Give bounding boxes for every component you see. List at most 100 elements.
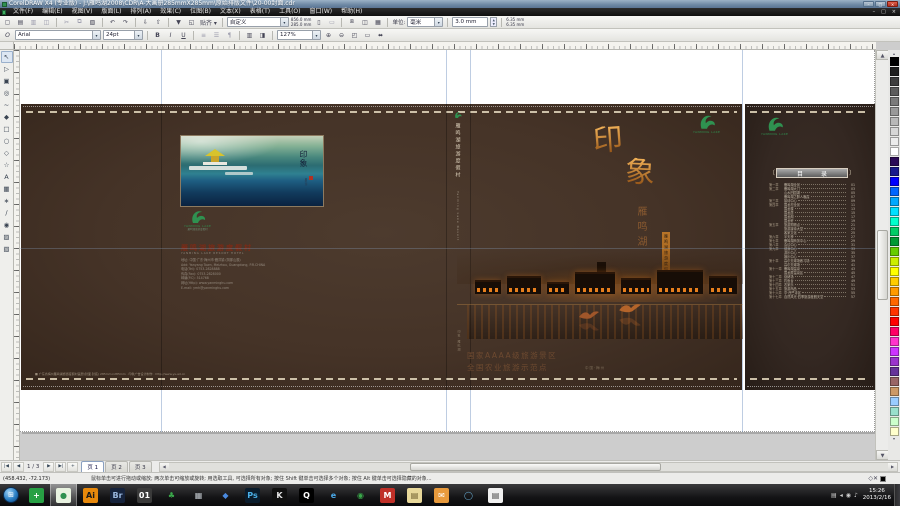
menu-item-2[interactable]: 视图(V) [68, 8, 97, 16]
palette-color[interactable] [890, 137, 899, 146]
welcome-screen-icon[interactable]: ◱ [186, 17, 197, 28]
eyedropper-tool[interactable]: ∕ [1, 207, 13, 219]
palette-color[interactable] [890, 147, 899, 156]
all-pages-icon[interactable]: ⧈ [346, 17, 357, 28]
add-page-button[interactable]: + [67, 462, 78, 472]
scroll-left-icon[interactable]: ◀ [160, 463, 169, 471]
close-button[interactable]: × [887, 1, 898, 7]
minimize-button[interactable]: – [863, 1, 874, 7]
page-dimensions[interactable]: 856.0 mm 285.0 mm [291, 17, 312, 27]
app-launcher-icon[interactable]: ▼ [173, 17, 184, 28]
tray-icon-3[interactable]: ♪ [854, 492, 858, 499]
palette-down-icon[interactable]: ▾ [893, 436, 895, 441]
palette-color[interactable] [890, 407, 899, 416]
scroll-right-icon[interactable]: ▶ [888, 463, 897, 471]
taskbar-explorer[interactable]: ▦ [185, 484, 212, 506]
palette-color[interactable] [890, 347, 899, 356]
portrait-icon[interactable]: ▯ [313, 17, 324, 28]
blend-tool[interactable]: ∗ [1, 195, 13, 207]
menu-item-0[interactable]: 文件(F) [9, 8, 37, 16]
palette-color[interactable] [890, 157, 899, 166]
layout-icon[interactable]: ▦ [372, 17, 383, 28]
taskbar-bridge[interactable]: Br [104, 484, 131, 506]
menu-item-7[interactable]: 文本(X) [216, 8, 245, 16]
nudge-input[interactable]: 3.0 mm [452, 17, 488, 27]
underline-button[interactable]: U [178, 30, 189, 41]
palette-color[interactable] [890, 367, 899, 376]
facing-pages-icon[interactable]: ◫ [359, 17, 370, 28]
palette-color[interactable] [890, 257, 899, 266]
maximize-button[interactable]: □ [875, 1, 886, 7]
taskbar-coreldraw-active[interactable]: ● [50, 484, 77, 506]
prev-page-icon[interactable]: ◀ [13, 462, 24, 472]
edit-text-icon[interactable]: ▥ [244, 30, 255, 41]
palette-color[interactable] [890, 57, 899, 66]
palette-color[interactable] [890, 267, 899, 276]
zoom-out-icon[interactable]: ⊖ [336, 30, 347, 41]
palette-color[interactable] [890, 317, 899, 326]
palette-color[interactable] [890, 167, 899, 176]
duplicate-distance[interactable]: 6.35 mm 6.35 mm [506, 17, 524, 27]
palette-color[interactable] [890, 197, 899, 206]
palette-color[interactable] [890, 207, 899, 216]
zoom-level-select[interactable]: 127%▾ [277, 30, 321, 40]
lake-photo[interactable]: 印象 雁鸣湖 [180, 135, 324, 207]
taskbar-notes[interactable]: ▤ [401, 484, 428, 506]
palette-color[interactable] [890, 87, 899, 96]
doc-close-button[interactable]: × [890, 9, 898, 16]
taskbar-illustrator[interactable]: Ai [77, 484, 104, 506]
vscroll-thumb[interactable] [877, 230, 888, 300]
page-tab-3[interactable]: 页 3 [129, 461, 152, 472]
menu-item-6[interactable]: 位图(B) [186, 8, 215, 16]
ellipse-tool[interactable]: ○ [1, 135, 13, 147]
toc-panel[interactable]: YANMING LAKE 〔 目 录 〕 第一章雁鸣湖全景01第二章雁鸣湖大门0… [745, 104, 875, 390]
palette-color[interactable] [890, 217, 899, 226]
palette-color[interactable] [890, 417, 899, 426]
menu-item-3[interactable]: 版面(L) [97, 8, 125, 16]
palette-color[interactable] [890, 237, 899, 246]
save-icon[interactable]: ▥ [28, 17, 39, 28]
guideline-horizontal[interactable] [20, 248, 875, 249]
last-page-icon[interactable]: ▶| [55, 462, 66, 472]
copy-icon[interactable]: ⧉ [74, 17, 85, 28]
fill-tool[interactable]: ▨ [1, 231, 13, 243]
palette-color[interactable] [890, 427, 899, 436]
taskbar-antivirus[interactable]: + [23, 484, 50, 506]
print-icon[interactable]: ◫ [41, 17, 52, 28]
hscroll-thumb[interactable] [410, 463, 661, 471]
palette-color[interactable] [890, 307, 899, 316]
menu-item-9[interactable]: 工具(O) [275, 8, 304, 16]
undo-icon[interactable]: ↶ [107, 17, 118, 28]
tray-icon-2[interactable]: ◉ [846, 492, 851, 499]
palette-color[interactable] [890, 177, 899, 186]
font-size-select[interactable]: 24pt▾ [103, 30, 143, 40]
first-page-icon[interactable]: |◀ [1, 462, 12, 472]
bullet-list-icon[interactable]: ☰ [211, 30, 222, 41]
page-tab-1[interactable]: 页 1 [81, 461, 104, 472]
units-select[interactable]: 毫米▾ [407, 17, 443, 27]
italic-button[interactable]: I [165, 30, 176, 41]
align-left-icon[interactable]: ≡ [198, 30, 209, 41]
freehand-tool[interactable]: ~ [1, 99, 13, 111]
taskbar-photoshop[interactable]: Ps [239, 484, 266, 506]
palette-color[interactable] [890, 127, 899, 136]
paper-type-select[interactable]: 自定义▾ [227, 17, 289, 27]
zoom-tool[interactable]: ◎ [1, 87, 13, 99]
pick-tool[interactable]: ↖ [1, 51, 13, 63]
doc-minimize-button[interactable]: – [871, 9, 878, 16]
page-tab-2[interactable]: 页 2 [105, 461, 128, 472]
palette-color[interactable] [890, 357, 899, 366]
next-page-icon[interactable]: ▶ [43, 462, 54, 472]
export-icon[interactable]: ⇧ [153, 17, 164, 28]
taskbar-document[interactable]: ▤ [482, 484, 509, 506]
taskbar-green-app[interactable]: ◉ [347, 484, 374, 506]
palette-color[interactable] [890, 227, 899, 236]
smart-fill-tool[interactable]: ◆ [1, 111, 13, 123]
menu-item-10[interactable]: 窗口(W) [306, 8, 337, 16]
palette-color[interactable] [890, 187, 899, 196]
start-button[interactable]: ⊞ [3, 487, 19, 503]
palette-color[interactable] [890, 247, 899, 256]
zoom-selection-icon[interactable]: ◰ [349, 30, 360, 41]
menu-item-4[interactable]: 排列(A) [126, 8, 155, 16]
menu-item-1[interactable]: 编辑(E) [38, 8, 66, 16]
